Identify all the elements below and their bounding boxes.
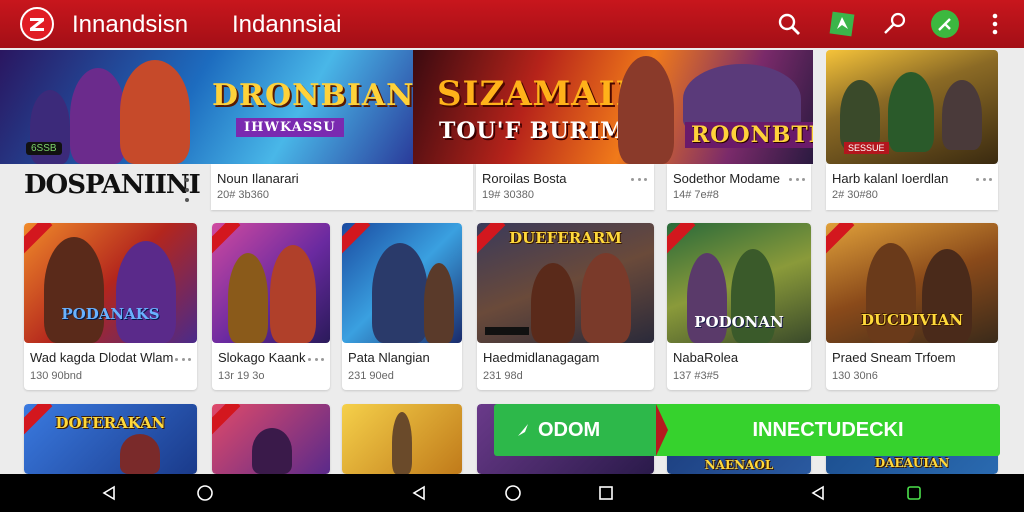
section-title: DOSPANIINI [24,170,201,200]
featured-banner-2[interactable]: SIZAMAIN TOU'F BURIMAN ROONBTIAN [413,50,813,164]
banner-badge: 6SSB [26,142,62,155]
game-thumbnail [342,223,462,343]
game-title: Slokago Kaank [218,350,306,365]
thumbnail-label: PODANAKS [61,305,160,323]
game-card[interactable]: PODONAN NabaRolea 137 #3#5 [667,223,811,390]
hero-figure [840,80,880,150]
game-card[interactable] [212,404,330,474]
game-meta: 130 90bnd [30,370,82,382]
game-title: NabaRolea [673,350,739,365]
app-subtitle: Indannsiai [232,11,342,38]
thumbnail-label: DAEAUIAN [874,456,950,470]
top-app-bar: Innandsisn Indannsiai [0,0,1024,48]
more-icon[interactable] [308,356,324,362]
game-thumbnail [212,404,330,474]
banner-tag: SESSUE [844,142,889,154]
game-meta: 137 #3#5 [673,370,719,382]
banner-title: DRONBIAN [212,78,413,113]
more-icon[interactable] [789,176,805,182]
game-meta: 130 30n6 [832,370,878,382]
game-title: Pata Nlangian [348,350,430,365]
cta-primary-button[interactable]: INNECTUDECKI [656,404,1000,456]
share-icon[interactable] [929,8,961,40]
banner-title: SIZAMAIN [437,74,648,114]
game-card[interactable]: DUEFERARM Haedmidlanagagam 231 98d [477,223,654,390]
item-title: Sodethor Modame [673,171,780,186]
more-icon[interactable] [175,356,191,362]
more-icon[interactable] [976,176,992,182]
back-icon[interactable] [99,483,119,503]
game-card[interactable]: Pata Nlangian 231 90ed [342,223,462,390]
game-card[interactable]: PODANAKS Wad kagda Dlodat Wlam 130 90bnd [24,223,197,390]
cta-secondary-button[interactable]: ODOM [494,404,668,456]
hero-figure [618,56,674,164]
item-meta: 14# 7e#8 [673,189,719,201]
featured-banner-1[interactable]: DRONBIAN IHWKASSU [0,50,413,164]
store-icon[interactable] [826,8,858,40]
game-title: Haedmidlanagagam [483,350,600,365]
hero-figure [70,68,126,164]
key-icon[interactable] [878,8,910,40]
hero-figure [888,72,934,152]
back-icon[interactable] [409,483,429,503]
cta-divider [656,404,668,456]
list-item[interactable]: Sodethor Modame 14# 7e#8 [667,164,811,210]
game-meta: 13r 19 3o [218,370,265,382]
more-icon[interactable] [631,176,647,182]
cta-left-label: ODOM [538,418,601,441]
game-thumbnail: PODANAKS [24,223,197,343]
thumbnail-label: DUCDIVIAN [860,311,964,329]
list-item[interactable]: Roroilas Bosta 19# 30380 [476,164,654,210]
game-meta: 231 90ed [348,370,394,382]
thumbnail-label: DUEFERARM [509,229,622,247]
item-title: Roroilas Bosta [482,171,567,186]
hero-figure [942,80,982,150]
item-meta: 20# 3b360 [217,189,269,201]
more-vert-icon[interactable] [979,8,1011,40]
list-item[interactable]: Noun Ilanarari 20# 3b360 [211,164,473,210]
home-icon[interactable] [503,483,523,503]
app-title: Innandsisn [72,11,189,38]
install-cta[interactable]: ODOM INNECTUDECKI [494,404,1000,456]
back-icon[interactable] [808,483,828,503]
home-icon[interactable] [195,483,215,503]
system-nav-bar [0,474,1024,512]
item-title: Harb kalanl Ioerdlan [832,171,949,186]
cta-right-label: INNECTUDECKI [752,418,904,441]
list-item[interactable]: Harb kalanl Ioerdlan 2# 30#80 [826,164,998,210]
section-more-icon[interactable] [182,178,192,202]
game-thumbnail [212,223,330,343]
featured-banner-3[interactable]: SESSUE [826,50,998,164]
arrow-icon [518,424,528,436]
banner-tag: ROONBTIAN [685,122,813,148]
thumbnail-label: DOFERAKAN [55,414,166,432]
game-card[interactable]: DUCDIVIAN Praed Sneam Trfoem 130 30n6 [826,223,998,390]
game-card[interactable]: DOFERAKAN [24,404,197,474]
game-thumbnail: DOFERAKAN [24,404,197,474]
thumbnail-label: PODONAN [694,313,784,331]
recents-icon[interactable] [904,483,924,503]
thumbnail-label: NAENAOL [704,458,774,472]
game-meta: 231 98d [483,370,523,382]
game-title: Praed Sneam Trfoem [832,350,956,365]
app-screen: Innandsisn Indannsiai DRONBIAN IHWKASSU … [0,0,1024,512]
game-card[interactable]: Slokago Kaank 13r 19 3o [212,223,330,390]
hero-figure [120,60,190,164]
game-thumbnail: DUCDIVIAN [826,223,998,343]
game-thumbnail: PODONAN [667,223,811,343]
recents-icon[interactable] [596,483,616,503]
logo-icon[interactable] [20,7,54,41]
banner-subtitle: IHWKASSU [236,118,344,137]
item-meta: 2# 30#80 [832,189,878,201]
game-card[interactable] [342,404,462,474]
game-title: Wad kagda Dlodat Wlam [30,350,174,365]
game-thumbnail [342,404,462,474]
item-title: Noun Ilanarari [217,171,299,186]
item-meta: 19# 30380 [482,189,534,201]
game-thumbnail: DUEFERARM [477,223,654,343]
search-icon[interactable] [773,8,805,40]
